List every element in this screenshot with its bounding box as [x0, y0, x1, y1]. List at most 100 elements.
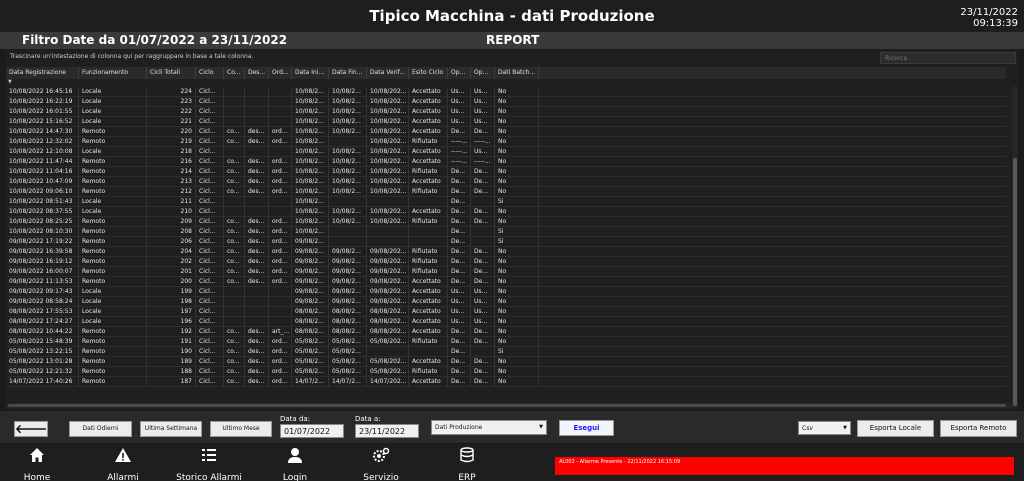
column-header[interactable]: Data Fin...	[329, 67, 367, 79]
table-row[interactable]: 09/08/2022 09:17:43 Locale 199 Cicl... 09/08…	[6, 287, 1006, 297]
table-row[interactable]: 10/08/2022 15:16:52 Locale 221 Cicl... 10/08…	[6, 117, 1006, 127]
table-row[interactable]: 09/08/2022 16:39:58 Remoto 204 Cicl... co...…	[6, 247, 1006, 257]
vertical-scroll-thumb[interactable]	[1013, 158, 1017, 406]
table-cell: 189	[147, 357, 196, 366]
table-row[interactable]: 08/08/2022 17:24:27 Locale 196 Cicl... 08/08…	[6, 317, 1006, 327]
table-cell: 09/08/2022 16:39:58	[6, 247, 79, 256]
search-input[interactable]	[880, 52, 1016, 64]
column-header[interactable]: Ciclo	[196, 67, 224, 79]
column-header[interactable]: Ord...	[269, 67, 292, 79]
table-row[interactable]: 10/08/2022 12:32:02 Remoto 219 Cicl... co...…	[6, 137, 1006, 147]
column-header[interactable]: Dati Batch...	[495, 67, 539, 79]
table-row[interactable]: 08/08/2022 17:55:53 Locale 197 Cicl... 08/08…	[6, 307, 1006, 317]
table-cell: 10/08/2...	[292, 127, 329, 136]
table-row[interactable]: 14/07/2022 17:40:26 Remoto 187 Cicl... co...…	[6, 377, 1006, 387]
column-header[interactable]: Data Ini...	[292, 67, 329, 79]
table-row[interactable]: 10/08/2022 16:45:16 Locale 224 Cicl... 10/08…	[6, 87, 1006, 97]
column-header[interactable]: Op...	[471, 67, 495, 79]
bottom-nav: Home Allarmi Storico Allarmi Login Servi…	[0, 445, 1024, 481]
table-cell: Cicl...	[196, 367, 224, 376]
table-row[interactable]: 05/08/2022 15:48:39 Remoto 191 Cicl... co...…	[6, 337, 1006, 347]
filter-icon[interactable]: ▼	[8, 79, 12, 85]
export-local-button[interactable]: Esporta Locale	[857, 420, 934, 437]
back-button[interactable]: 🡐	[14, 421, 48, 437]
table-row[interactable]: 10/08/2022 11:47:44 Remoto 216 Cicl... co...…	[6, 157, 1006, 167]
table-row[interactable]: 09/08/2022 16:19:12 Remoto 202 Cicl... co...…	[6, 257, 1006, 267]
vertical-scrollbar[interactable]	[1012, 86, 1018, 408]
table-cell: 10/08/2022 16:45:16	[6, 87, 79, 96]
export-format-select[interactable]: Csv ▼	[798, 421, 851, 435]
table-cell: Locale	[79, 287, 147, 296]
table-row[interactable]: 10/08/2022 09:06:10 Remoto 212 Cicl... co...…	[6, 187, 1006, 197]
nav-home[interactable]: Home	[0, 447, 82, 481]
nav-erp[interactable]: ERP	[422, 447, 512, 481]
table-row[interactable]: 05/08/2022 13:22:15 Remoto 190 Cicl... co...…	[6, 347, 1006, 357]
table-cell: 10/08/2...	[329, 97, 367, 106]
table-cell	[329, 197, 367, 206]
column-header[interactable]: Des...	[245, 67, 269, 79]
table-cell: Us...	[448, 307, 471, 316]
table-row[interactable]: 09/08/2022 08:58:24 Locale 198 Cicl... 09/08…	[6, 297, 1006, 307]
horizontal-scroll-thumb[interactable]	[8, 404, 1006, 407]
table-cell: Cicl...	[196, 267, 224, 276]
table-cell: ord...	[269, 347, 292, 356]
table-cell: Accettato	[409, 377, 448, 386]
table-row[interactable]: 08/08/2022 10:44:22 Remoto 192 Cicl... co...…	[6, 327, 1006, 337]
last-week-button[interactable]: Ultima Settimana	[140, 421, 202, 437]
data-type-select[interactable]: Dati Produzione ▼	[431, 420, 547, 435]
table-cell: Cicl...	[196, 247, 224, 256]
group-panel-hint[interactable]: Trascinare un'intestazione di colonna qu…	[10, 53, 253, 60]
alarm-banner[interactable]: AL002 - Allarme Presente - 22/11/2022 16…	[555, 457, 1014, 475]
table-cell: De...	[448, 347, 471, 356]
table-cell: 208	[147, 227, 196, 236]
table-row[interactable]: 10/08/2022 12:10:08 Locale 218 Cicl... 10/08…	[6, 147, 1006, 157]
date-to-field[interactable]: 23/11/2022	[355, 424, 419, 438]
table-cell: -----...	[471, 157, 495, 166]
table-row[interactable]: 05/08/2022 13:01:28 Remoto 189 Cicl... co...…	[6, 357, 1006, 367]
column-header[interactable]: Cicli Totali	[147, 67, 196, 79]
column-header[interactable]: Esito Ciclo	[409, 67, 448, 79]
data-grid: Trascinare un'intestazione di colonna qu…	[6, 50, 1018, 410]
table-cell: Us...	[448, 287, 471, 296]
table-cell: Remoto	[79, 247, 147, 256]
table-row[interactable]: 10/08/2022 08:25:25 Remoto 209 Cicl... co...…	[6, 217, 1006, 227]
column-header[interactable]: Funzionamento	[79, 67, 147, 79]
column-header[interactable]: Data Registrazione	[6, 67, 79, 79]
table-row[interactable]: 09/08/2022 16:00:07 Remoto 201 Cicl... co...…	[6, 267, 1006, 277]
table-row[interactable]: 10/08/2022 10:47:09 Remoto 213 Cicl... co...…	[6, 177, 1006, 187]
column-header[interactable]: Op...	[448, 67, 471, 79]
table-row[interactable]: 10/08/2022 08:37:55 Locale 210 Cicl... 10/08…	[6, 207, 1006, 217]
column-header[interactable]: Data Verif...	[367, 67, 409, 79]
nav-login[interactable]: Login	[250, 447, 340, 481]
table-cell: 10/08/202...	[367, 97, 409, 106]
table-cell: Accettato	[409, 207, 448, 216]
column-header[interactable]: Co...	[224, 67, 245, 79]
table-cell: De...	[448, 337, 471, 346]
export-remote-button[interactable]: Esporta Remoto	[940, 420, 1017, 437]
table-row[interactable]: 10/08/2022 16:01:55 Locale 222 Cicl... 10/08…	[6, 107, 1006, 117]
horizontal-scrollbar[interactable]	[6, 403, 1012, 408]
nav-alarms[interactable]: Allarmi	[78, 447, 168, 481]
table-cell: 05/08/2022 12:21:32	[6, 367, 79, 376]
table-cell: 209	[147, 217, 196, 226]
table-row[interactable]: 10/08/2022 14:47:30 Remoto 220 Cicl... co...…	[6, 127, 1006, 137]
execute-button[interactable]: Esegui	[559, 420, 614, 436]
table-cell: Remoto	[79, 217, 147, 226]
table-row[interactable]: 09/08/2022 11:13:53 Remoto 200 Cicl... co...…	[6, 277, 1006, 287]
date-from-field[interactable]: 01/07/2022	[280, 424, 344, 438]
nav-alarm-history[interactable]: Storico Allarmi	[164, 447, 254, 481]
table-cell: 10/08/2...	[292, 157, 329, 166]
table-cell: 10/08/2...	[329, 147, 367, 156]
table-cell	[245, 197, 269, 206]
table-row[interactable]: 10/08/2022 08:10:30 Remoto 208 Cicl... co...…	[6, 227, 1006, 237]
table-cell: 10/08/202...	[367, 87, 409, 96]
table-cell: De...	[471, 127, 495, 136]
table-row[interactable]: 09/08/2022 17:19:22 Remoto 206 Cicl... co...…	[6, 237, 1006, 247]
last-month-button[interactable]: Ultimo Mese	[210, 421, 272, 437]
today-data-button[interactable]: Dati Odierni	[69, 421, 132, 437]
table-row[interactable]: 05/08/2022 12:21:32 Remoto 188 Cicl... co...…	[6, 367, 1006, 377]
nav-service[interactable]: Servizio	[336, 447, 426, 481]
table-row[interactable]: 10/08/2022 16:22:19 Locale 223 Cicl... 10/08…	[6, 97, 1006, 107]
table-row[interactable]: 10/08/2022 08:51:43 Locale 211 Cicl... 10/08…	[6, 197, 1006, 207]
table-row[interactable]: 10/08/2022 11:04:16 Remoto 214 Cicl... co...…	[6, 167, 1006, 177]
